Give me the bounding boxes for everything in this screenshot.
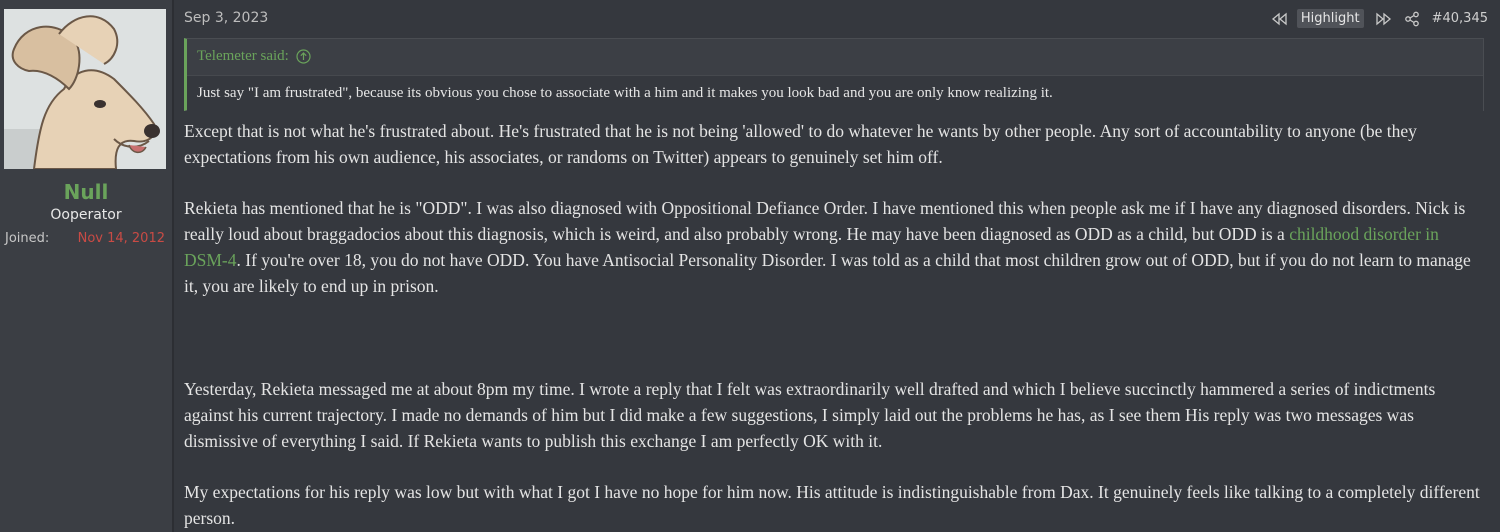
rewind-icon[interactable] [1271, 11, 1287, 27]
paragraph-text: Rekieta has mentioned that he is "ODD". … [184, 198, 1466, 245]
quote-block: Telemeter said: Just say "I am frustrate… [184, 38, 1484, 111]
highlight-button[interactable]: Highlight [1296, 9, 1364, 28]
avatar[interactable] [4, 9, 166, 169]
post-body: Except that is not what he's frustrated … [184, 119, 1484, 532]
post-number[interactable]: #40,345 [1432, 11, 1488, 26]
paragraph: Except that is not what he's frustrated … [184, 121, 1417, 167]
post: Null Ooperator Joined: Nov 14, 2012 Sep … [0, 0, 1500, 532]
post-main: Sep 3, 2023 Highlight #40,345 Telemeter … [174, 0, 1500, 532]
post-actions: Highlight #40,345 [1265, 9, 1488, 28]
paragraph: Rekieta has mentioned that he is "ODD". … [184, 196, 1484, 299]
user-title: Ooperator [50, 207, 122, 223]
quote-author[interactable]: Telemeter said: [197, 48, 289, 65]
joined-label: Joined: [5, 231, 50, 246]
fast-forward-icon[interactable] [1375, 11, 1392, 27]
user-pane: Null Ooperator Joined: Nov 14, 2012 [0, 0, 174, 532]
quote-header[interactable]: Telemeter said: [197, 48, 311, 65]
arrow-up-circle-icon[interactable] [296, 49, 311, 64]
joined-date: Nov 14, 2012 [77, 231, 165, 246]
quote-body: Just say "I am frustrated", because its … [187, 75, 1483, 111]
paragraph: My expectations for his reply was low bu… [184, 482, 1480, 528]
username[interactable]: Null [0, 180, 172, 204]
post-date[interactable]: Sep 3, 2023 [184, 10, 268, 26]
quote-text: Just say "I am frustrated", because its … [197, 85, 1053, 101]
share-icon[interactable] [1404, 11, 1420, 27]
paragraph-text: . If you're over 18, you do not have ODD… [184, 249, 1471, 296]
dog-avatar-icon [4, 9, 166, 169]
paragraph: Yesterday, Rekieta messaged me at about … [184, 378, 1436, 451]
